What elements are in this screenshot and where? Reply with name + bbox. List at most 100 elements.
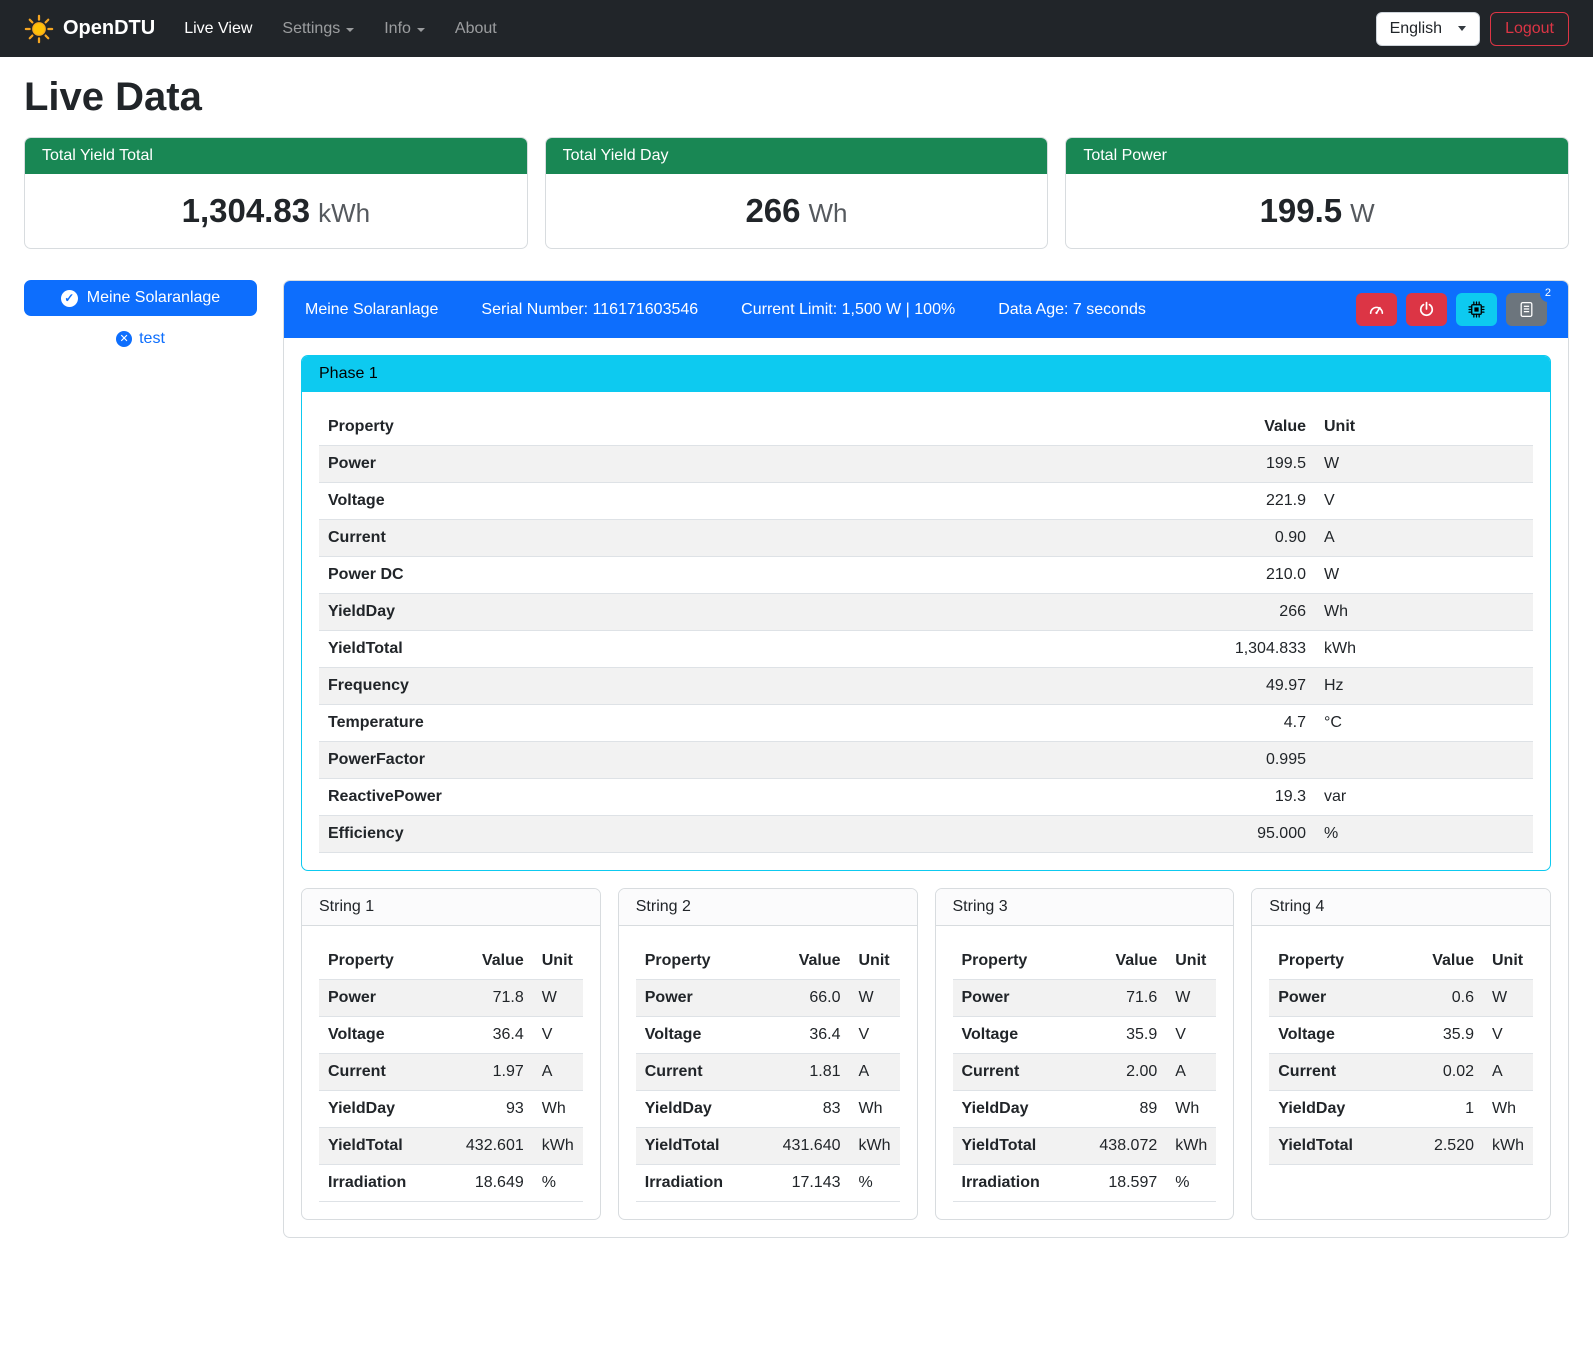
row-val: 93 (439, 1091, 533, 1128)
row-val: 199.5 (1023, 446, 1315, 483)
row-prop: Current (1269, 1054, 1399, 1091)
inverter-actions: 2 (1356, 293, 1547, 326)
row-val: 431.640 (755, 1128, 849, 1165)
column-header-unit: Unit (1483, 943, 1533, 980)
row-prop: Voltage (319, 1017, 439, 1054)
card-title: Total Power (1066, 138, 1568, 174)
row-val: 71.6 (1072, 980, 1166, 1017)
table-row: Efficiency95.000% (319, 816, 1533, 853)
inverter-panel-header: Meine Solaranlage Serial Number: 1161716… (284, 281, 1568, 338)
row-val: 0.6 (1399, 980, 1483, 1017)
table-row: Temperature4.7°C (319, 705, 1533, 742)
nav-item-label: Info (384, 20, 411, 38)
row-val: 4.7 (1023, 705, 1315, 742)
event-count-badge: 2 (1540, 285, 1556, 302)
device-info-button[interactable] (1456, 293, 1497, 326)
table-row: YieldDay89Wh (953, 1091, 1217, 1128)
row-prop: YieldDay (636, 1091, 756, 1128)
inverter-select-button[interactable]: ✓ Meine Solaranlage (24, 280, 257, 316)
power-settings-button[interactable] (1406, 293, 1447, 326)
row-val: 2.00 (1072, 1054, 1166, 1091)
table-row: Power71.6W (953, 980, 1217, 1017)
row-prop: YieldTotal (319, 1128, 439, 1165)
row-unit: V (533, 1017, 583, 1054)
table-row: Power0.6W (1269, 980, 1533, 1017)
row-prop: Power (319, 980, 439, 1017)
card-unit: W (1350, 198, 1375, 228)
column-header-unit: Unit (1315, 409, 1533, 446)
table-row: ReactivePower19.3var (319, 779, 1533, 816)
table-row: Current0.90A (319, 520, 1533, 557)
table-row: Current1.97A (319, 1054, 583, 1091)
nav-links: Live View Settings Info About (169, 11, 512, 47)
table-row: Current0.02A (1269, 1054, 1533, 1091)
card-value: 199.5 (1260, 192, 1343, 229)
language-select[interactable]: English (1376, 12, 1480, 46)
row-val: 0.90 (1023, 520, 1315, 557)
row-val: 432.601 (439, 1128, 533, 1165)
table-row: YieldDay93Wh (319, 1091, 583, 1128)
inverter-test-button[interactable]: ✕ test (24, 329, 257, 349)
phase-table: Property Value Unit Power199.5WVoltage22… (319, 409, 1533, 853)
row-unit: % (1315, 816, 1533, 853)
nav-item-settings[interactable]: Settings (267, 11, 369, 47)
row-prop: Temperature (319, 705, 1023, 742)
card-unit: Wh (809, 198, 848, 228)
row-unit: kWh (850, 1128, 900, 1165)
row-unit: A (850, 1054, 900, 1091)
row-unit: Wh (1483, 1091, 1533, 1128)
inverter-select-label: Meine Solaranlage (87, 289, 220, 307)
row-unit: var (1315, 779, 1533, 816)
nav-item-about[interactable]: About (440, 11, 512, 47)
row-prop: YieldDay (319, 1091, 439, 1128)
chevron-down-icon (417, 28, 425, 32)
row-unit: A (1483, 1054, 1533, 1091)
row-unit: V (1315, 483, 1533, 520)
row-unit: °C (1315, 705, 1533, 742)
table-row: Voltage35.9V (1269, 1017, 1533, 1054)
row-unit: A (533, 1054, 583, 1091)
row-val: 266 (1023, 594, 1315, 631)
column-header-property: Property (319, 943, 439, 980)
string-title: String 3 (936, 889, 1234, 926)
string-table: Property Value Unit Power71.6WVoltage35.… (953, 943, 1217, 1202)
table-row: YieldTotal2.520kWh (1269, 1128, 1533, 1165)
event-log-button[interactable]: 2 (1506, 293, 1547, 326)
table-row: YieldTotal432.601kWh (319, 1128, 583, 1165)
row-prop: Voltage (953, 1017, 1073, 1054)
column-header-property: Property (636, 943, 756, 980)
row-unit: % (533, 1165, 583, 1202)
row-prop: Voltage (636, 1017, 756, 1054)
column-header-unit: Unit (850, 943, 900, 980)
row-prop: Current (953, 1054, 1073, 1091)
inverter-serial: Serial Number: 116171603546 (481, 301, 698, 319)
row-prop: YieldDay (1269, 1091, 1399, 1128)
table-row: PowerFactor0.995 (319, 742, 1533, 779)
row-prop: Power (636, 980, 756, 1017)
nav-item-live-view[interactable]: Live View (169, 11, 267, 47)
card-title: Total Yield Total (25, 138, 527, 174)
nav-item-info[interactable]: Info (369, 11, 440, 47)
table-row: Current2.00A (953, 1054, 1217, 1091)
row-unit: V (1483, 1017, 1533, 1054)
table-row: Voltage35.9V (953, 1017, 1217, 1054)
row-val: 210.0 (1023, 557, 1315, 594)
nav-item-label: Live View (184, 20, 252, 38)
string-card-4: String 4 Property Value Unit (1251, 888, 1551, 1220)
limit-settings-button[interactable] (1356, 293, 1397, 326)
phase-title: Phase 1 (302, 356, 1550, 392)
string-table: Property Value Unit Power71.8WVoltage36.… (319, 943, 583, 1202)
logout-button[interactable]: Logout (1490, 12, 1569, 46)
table-row: Voltage221.9V (319, 483, 1533, 520)
brand[interactable]: OpenDTU (24, 14, 155, 44)
column-header-property: Property (953, 943, 1073, 980)
row-unit: Wh (1315, 594, 1533, 631)
row-val: 66.0 (755, 980, 849, 1017)
journal-icon (1518, 301, 1535, 318)
row-val: 1,304.833 (1023, 631, 1315, 668)
row-prop: Current (319, 1054, 439, 1091)
table-header-row: Property Value Unit (953, 943, 1217, 980)
row-prop: Voltage (1269, 1017, 1399, 1054)
row-val: 89 (1072, 1091, 1166, 1128)
row-val: 35.9 (1072, 1017, 1166, 1054)
